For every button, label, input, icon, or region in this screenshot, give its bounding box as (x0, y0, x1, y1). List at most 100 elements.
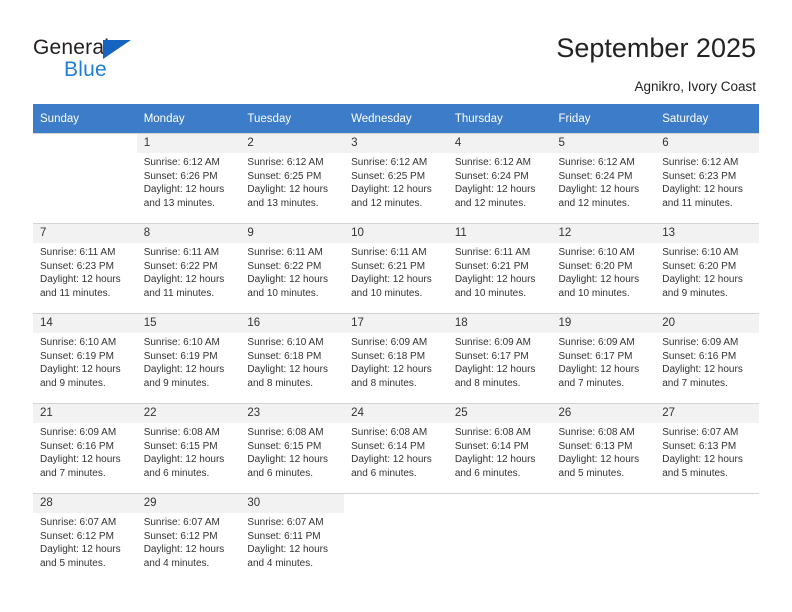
calendar-day-cell[interactable]: 9 Sunrise: 6:11 AM Sunset: 6:22 PM Dayli… (240, 223, 345, 313)
sunrise-text: Sunrise: 6:11 AM (247, 247, 323, 258)
day-cell-inner (655, 493, 759, 583)
daylight-text-line2: and 12 minutes. (454, 197, 526, 209)
day-cell-inner (33, 133, 137, 223)
day-number: 7 (33, 224, 137, 243)
calendar-table: Sunday Monday Tuesday Wednesday Thursday… (33, 104, 759, 583)
daylight-text-line2: and 4 minutes. (143, 557, 210, 569)
calendar-day-cell[interactable] (655, 493, 759, 583)
calendar-day-cell[interactable] (344, 493, 448, 583)
day-details: Sunrise: 6:12 AM Sunset: 6:24 PM Dayligh… (448, 153, 552, 210)
calendar-day-cell[interactable]: 19 Sunrise: 6:09 AM Sunset: 6:17 PM Dayl… (551, 313, 656, 403)
daylight-text-line1: Daylight: 12 hours (143, 544, 225, 555)
day-number: 25 (447, 404, 552, 423)
calendar-day-cell[interactable]: 16 Sunrise: 6:10 AM Sunset: 6:18 PM Dayl… (240, 313, 345, 403)
sunrise-text: Sunrise: 6:12 AM (351, 157, 428, 168)
daylight-text-line2: and 6 minutes. (143, 467, 210, 479)
daylight-text-line2: and 8 minutes. (454, 377, 521, 389)
sunset-text: Sunset: 6:18 PM (247, 350, 322, 362)
day-number: 29 (136, 494, 241, 513)
day-cell-inner: 27 Sunrise: 6:07 AM Sunset: 6:13 PM Dayl… (655, 403, 759, 493)
calendar-day-cell[interactable] (551, 493, 656, 583)
calendar-day-cell[interactable]: 6 Sunrise: 6:12 AM Sunset: 6:23 PM Dayli… (655, 133, 759, 223)
day-details: Sunrise: 6:12 AM Sunset: 6:26 PM Dayligh… (137, 153, 241, 210)
calendar-day-cell[interactable]: 12 Sunrise: 6:10 AM Sunset: 6:20 PM Dayl… (551, 223, 656, 313)
calendar-page: General Blue September 2025 Agnikro, Ivo… (0, 0, 792, 612)
calendar-day-cell[interactable]: 10 Sunrise: 6:11 AM Sunset: 6:21 PM Dayl… (344, 223, 448, 313)
calendar-day-cell[interactable]: 22 Sunrise: 6:08 AM Sunset: 6:15 PM Dayl… (136, 403, 241, 493)
sunset-text: Sunset: 6:21 PM (351, 260, 426, 272)
calendar-day-cell[interactable]: 4 Sunrise: 6:12 AM Sunset: 6:24 PM Dayli… (447, 133, 552, 223)
daylight-text-line1: Daylight: 12 hours (558, 274, 640, 285)
calendar-day-cell[interactable]: 2 Sunrise: 6:12 AM Sunset: 6:25 PM Dayli… (240, 133, 345, 223)
calendar-day-cell[interactable]: 20 Sunrise: 6:09 AM Sunset: 6:16 PM Dayl… (655, 313, 759, 403)
daylight-text-line1: Daylight: 12 hours (247, 274, 329, 285)
daylight-text-line1: Daylight: 12 hours (143, 364, 225, 375)
calendar-day-cell[interactable]: 3 Sunrise: 6:12 AM Sunset: 6:25 PM Dayli… (344, 133, 448, 223)
day-number: 27 (655, 404, 759, 423)
calendar-day-cell[interactable]: 25 Sunrise: 6:08 AM Sunset: 6:14 PM Dayl… (447, 403, 552, 493)
day-details (448, 513, 552, 516)
calendar-day-cell[interactable]: 26 Sunrise: 6:08 AM Sunset: 6:13 PM Dayl… (551, 403, 656, 493)
daylight-text-line1: Daylight: 12 hours (40, 274, 121, 285)
calendar-day-cell[interactable]: 8 Sunrise: 6:11 AM Sunset: 6:22 PM Dayli… (136, 223, 241, 313)
sunrise-text: Sunrise: 6:11 AM (143, 247, 220, 258)
day-details: Sunrise: 6:11 AM Sunset: 6:23 PM Dayligh… (33, 243, 137, 300)
sunrise-text: Sunrise: 6:08 AM (454, 427, 531, 438)
daylight-text-line1: Daylight: 12 hours (143, 184, 225, 195)
sunset-text: Sunset: 6:13 PM (558, 440, 633, 452)
calendar-day-cell[interactable]: 27 Sunrise: 6:07 AM Sunset: 6:13 PM Dayl… (655, 403, 759, 493)
calendar-day-cell[interactable]: 30 Sunrise: 6:07 AM Sunset: 6:11 PM Dayl… (240, 493, 345, 583)
day-details: Sunrise: 6:12 AM Sunset: 6:23 PM Dayligh… (655, 153, 759, 210)
calendar-day-cell[interactable]: 28 Sunrise: 6:07 AM Sunset: 6:12 PM Dayl… (33, 493, 137, 583)
daylight-text-line2: and 10 minutes. (247, 287, 319, 299)
calendar-day-cell[interactable]: 11 Sunrise: 6:11 AM Sunset: 6:21 PM Dayl… (447, 223, 552, 313)
calendar-day-cell[interactable]: 5 Sunrise: 6:12 AM Sunset: 6:24 PM Dayli… (551, 133, 656, 223)
day-number: 12 (551, 224, 656, 243)
day-number: 26 (551, 404, 656, 423)
daylight-text-line1: Daylight: 12 hours (351, 364, 432, 375)
day-number: 11 (447, 224, 552, 243)
day-number (344, 494, 448, 513)
daylight-text-line1: Daylight: 12 hours (558, 184, 640, 195)
calendar-day-cell[interactable] (447, 493, 552, 583)
logo-text-general: General (33, 36, 110, 59)
weekday-header-sunday: Sunday (33, 104, 137, 133)
day-details (552, 513, 656, 516)
calendar-day-cell[interactable]: 21 Sunrise: 6:09 AM Sunset: 6:16 PM Dayl… (33, 403, 137, 493)
day-cell-inner: 15 Sunrise: 6:10 AM Sunset: 6:19 PM Dayl… (136, 313, 241, 403)
day-details (344, 513, 448, 516)
daylight-text-line2: and 9 minutes. (662, 287, 728, 299)
daylight-text-line1: Daylight: 12 hours (558, 454, 640, 465)
calendar-day-cell[interactable]: 15 Sunrise: 6:10 AM Sunset: 6:19 PM Dayl… (136, 313, 241, 403)
daylight-text-line2: and 6 minutes. (454, 467, 521, 479)
calendar-day-cell[interactable]: 29 Sunrise: 6:07 AM Sunset: 6:12 PM Dayl… (136, 493, 241, 583)
calendar-week-row: 7 Sunrise: 6:11 AM Sunset: 6:23 PM Dayli… (33, 223, 759, 313)
sunrise-text: Sunrise: 6:08 AM (247, 427, 324, 438)
calendar-day-cell[interactable]: 13 Sunrise: 6:10 AM Sunset: 6:20 PM Dayl… (655, 223, 759, 313)
calendar-day-cell[interactable]: 24 Sunrise: 6:08 AM Sunset: 6:14 PM Dayl… (344, 403, 448, 493)
calendar-header-row: Sunday Monday Tuesday Wednesday Thursday… (33, 104, 759, 133)
sunset-text: Sunset: 6:22 PM (143, 260, 218, 272)
general-blue-logo[interactable]: General Blue (33, 36, 153, 84)
day-details: Sunrise: 6:07 AM Sunset: 6:12 PM Dayligh… (137, 513, 241, 570)
day-number: 10 (344, 224, 448, 243)
calendar-day-cell[interactable]: 14 Sunrise: 6:10 AM Sunset: 6:19 PM Dayl… (33, 313, 137, 403)
calendar-day-cell[interactable]: 1 Sunrise: 6:12 AM Sunset: 6:26 PM Dayli… (136, 133, 241, 223)
calendar-day-cell[interactable]: 17 Sunrise: 6:09 AM Sunset: 6:18 PM Dayl… (344, 313, 448, 403)
day-details: Sunrise: 6:09 AM Sunset: 6:17 PM Dayligh… (448, 333, 552, 390)
day-number: 18 (447, 314, 552, 333)
day-details: Sunrise: 6:07 AM Sunset: 6:12 PM Dayligh… (33, 513, 137, 570)
calendar-day-cell[interactable]: 18 Sunrise: 6:09 AM Sunset: 6:17 PM Dayl… (447, 313, 552, 403)
sunrise-text: Sunrise: 6:07 AM (247, 517, 324, 528)
day-details (33, 153, 137, 156)
calendar-day-cell[interactable]: 7 Sunrise: 6:11 AM Sunset: 6:23 PM Dayli… (33, 223, 137, 313)
day-cell-inner: 5 Sunrise: 6:12 AM Sunset: 6:24 PM Dayli… (551, 133, 656, 223)
sunrise-text: Sunrise: 6:07 AM (143, 517, 220, 528)
day-number: 3 (344, 134, 448, 153)
sunrise-text: Sunrise: 6:10 AM (558, 247, 635, 258)
day-cell-inner: 8 Sunrise: 6:11 AM Sunset: 6:22 PM Dayli… (136, 223, 241, 313)
sunrise-text: Sunrise: 6:12 AM (247, 157, 324, 168)
calendar-day-cell[interactable] (33, 133, 137, 223)
calendar-day-cell[interactable]: 23 Sunrise: 6:08 AM Sunset: 6:15 PM Dayl… (240, 403, 345, 493)
daylight-text-line2: and 6 minutes. (247, 467, 314, 479)
